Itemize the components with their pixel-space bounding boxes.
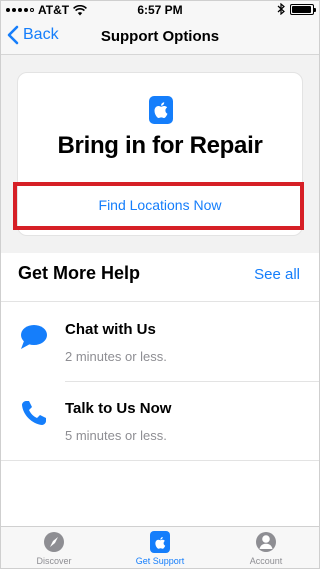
list-item-subtitle: 2 minutes or less. <box>65 349 167 364</box>
see-all-link[interactable]: See all <box>254 266 300 283</box>
tab-bar: Discover Get Support Account <box>1 526 319 568</box>
list-item-title: Chat with Us <box>65 321 156 338</box>
phone-screen: AT&T 6:57 PM Back Support Options Bring … <box>0 0 320 569</box>
divider <box>1 460 319 461</box>
repair-title: Bring in for Repair <box>57 132 263 159</box>
battery-icon <box>290 3 316 15</box>
highlight-box <box>13 182 304 230</box>
apple-logo-icon <box>149 96 173 124</box>
navigation-bar: Back Support Options <box>1 19 319 55</box>
bluetooth-icon <box>277 3 285 15</box>
apple-support-icon <box>150 531 170 553</box>
tab-discover[interactable]: Discover <box>1 527 107 568</box>
person-icon <box>256 532 276 552</box>
tab-label: Discover <box>36 556 72 566</box>
status-bar: AT&T 6:57 PM <box>1 1 319 19</box>
tab-account[interactable]: Account <box>213 527 319 568</box>
phone-icon <box>22 401 46 425</box>
get-more-help-section: Get More Help See all Chat with Us 2 min… <box>1 253 319 553</box>
compass-icon <box>44 532 64 552</box>
chat-bubble-icon <box>21 325 47 349</box>
tab-label: Get Support <box>135 556 185 566</box>
content-area: Bring in for Repair Find Locations Now G… <box>1 55 319 568</box>
list-item-title: Talk to Us Now <box>65 400 172 417</box>
tab-get-support[interactable]: Get Support <box>107 527 213 568</box>
tab-label: Account <box>249 556 283 566</box>
status-right <box>277 3 316 15</box>
page-title: Support Options <box>100 28 220 45</box>
list-item-chat[interactable]: Chat with Us 2 minutes or less. <box>1 302 319 380</box>
status-time: 6:57 PM <box>137 3 183 17</box>
section-header: Get More Help <box>18 263 141 283</box>
list-item-call[interactable]: Talk to Us Now 5 minutes or less. <box>1 382 319 460</box>
list-item-subtitle: 5 minutes or less. <box>65 428 167 443</box>
